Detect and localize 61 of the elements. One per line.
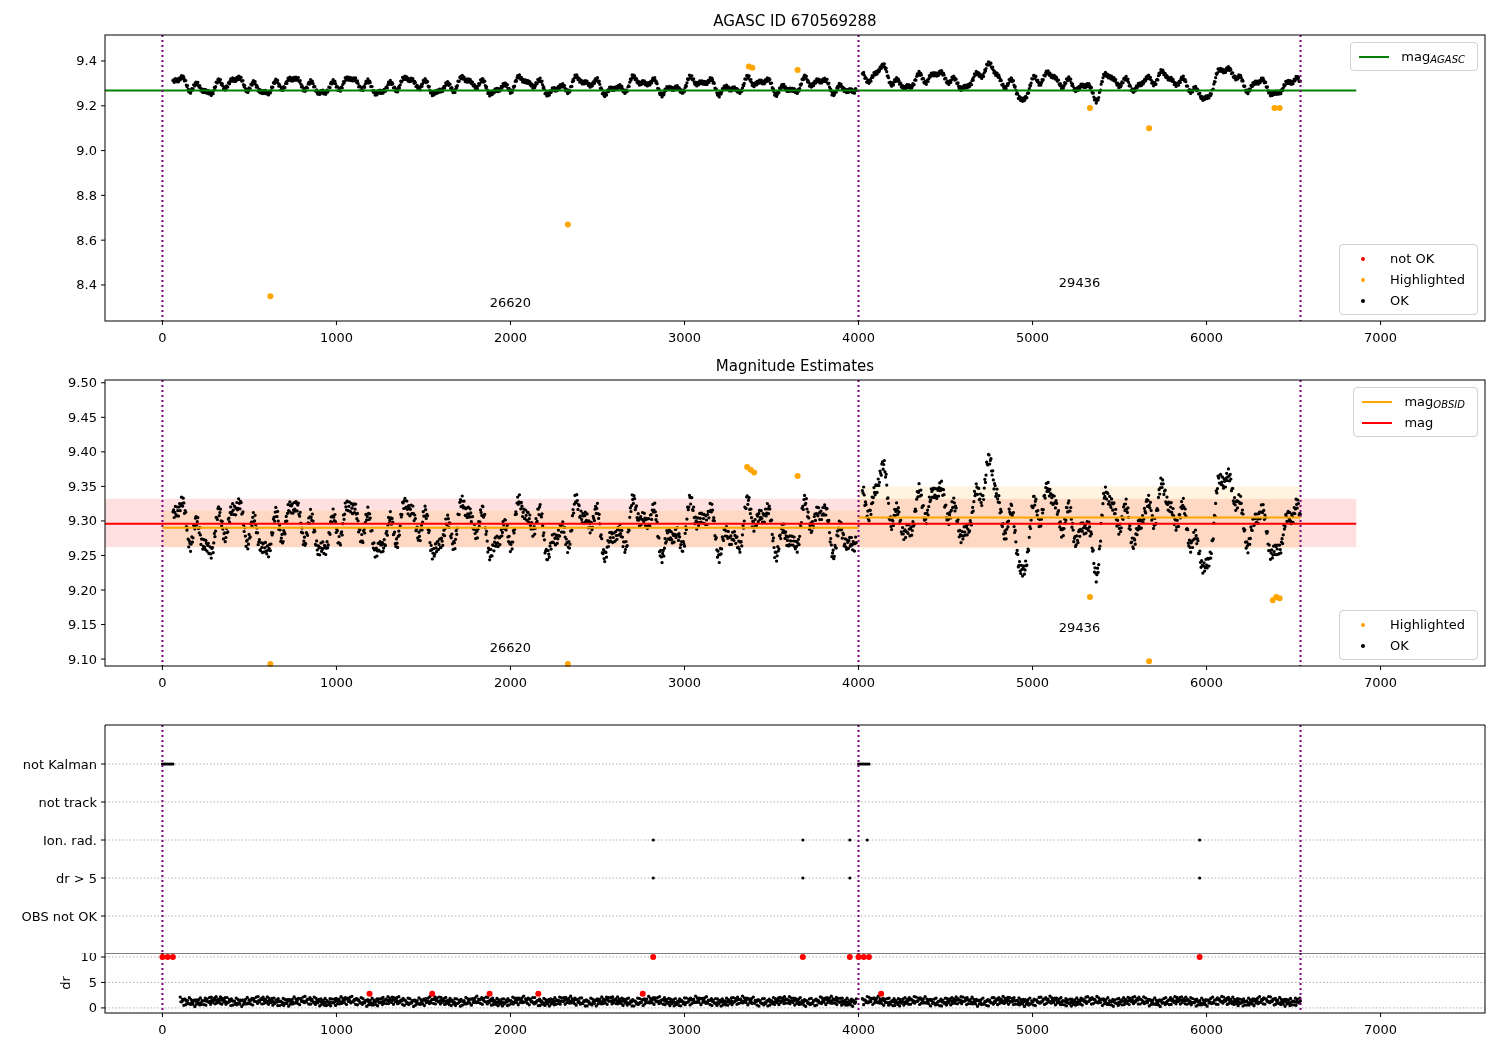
tick-label: 1000 — [319, 330, 353, 345]
tick-label: dr > 5 — [55, 870, 97, 886]
tick-label: Ion. rad. — [43, 832, 97, 848]
legend-label: OK — [1390, 637, 1409, 654]
observation-label: 26620 — [489, 640, 532, 656]
observation-label: 29436 — [1058, 275, 1101, 291]
tick-label: 0 — [158, 1022, 167, 1037]
tick-label: 8.4 — [76, 277, 97, 293]
tick-label: 6000 — [1190, 675, 1224, 690]
tick-label: 9.35 — [68, 478, 97, 494]
tick-label: 7000 — [1364, 675, 1398, 690]
axis-label: dr — [58, 976, 73, 990]
tick-label: 3000 — [667, 675, 702, 690]
tick-label: 7000 — [1364, 330, 1398, 345]
chart-title: Magnitude Estimates — [715, 357, 875, 375]
tick-label: 9.45 — [68, 409, 97, 425]
tick-label: 9.15 — [68, 617, 97, 633]
tick-label: OBS not OK — [21, 908, 97, 924]
chart-title: AGASC ID 670569288 — [713, 12, 877, 30]
tick-label: 4000 — [841, 1022, 876, 1037]
tick-label: 9.40 — [68, 444, 97, 460]
tick-label: 3000 — [667, 330, 702, 345]
tick-label: not track — [38, 794, 97, 810]
legend-label: Highlighted — [1390, 616, 1465, 633]
legend-label: Highlighted — [1390, 271, 1465, 288]
tick-label: 8.6 — [76, 232, 97, 248]
legend-label: mag$_{AGASC}$ — [1401, 48, 1465, 65]
tick-label: 3000 — [667, 1022, 702, 1037]
legend-label: OK — [1390, 292, 1409, 309]
tick-label: 6000 — [1190, 330, 1224, 345]
tick-label: 5 — [88, 974, 97, 990]
tick-label: 5000 — [1016, 675, 1050, 690]
tick-label: 9.50 — [68, 375, 97, 391]
tick-label: not Kalman — [22, 756, 97, 772]
tick-label: 1000 — [319, 675, 353, 690]
tick-label: 9.2 — [76, 98, 97, 114]
tick-label: 1000 — [319, 1022, 353, 1037]
legend-label: mag$_{OBSID}$ — [1404, 393, 1465, 410]
tick-label: 9.30 — [68, 513, 97, 529]
tick-label: 9.0 — [76, 143, 97, 159]
legend-label: mag — [1404, 414, 1434, 431]
tick-label: 0 — [158, 330, 167, 345]
observation-label: 26620 — [489, 295, 532, 311]
tick-label: 0 — [158, 675, 167, 690]
tick-label: 2000 — [493, 675, 527, 690]
legend-label: not OK — [1390, 250, 1435, 267]
tick-label: 2000 — [493, 1022, 527, 1037]
tick-label: 0 — [88, 1000, 97, 1016]
tick-label: 5000 — [1016, 1022, 1050, 1037]
tick-label: 2000 — [493, 330, 527, 345]
tick-label: 7000 — [1364, 1022, 1398, 1037]
observation-label: 29436 — [1058, 620, 1101, 636]
tick-label: 9.25 — [68, 547, 97, 563]
tick-label: 9.4 — [76, 53, 97, 69]
tick-label: 8.8 — [76, 187, 97, 203]
tick-label: 9.10 — [68, 651, 97, 667]
tick-label: 5000 — [1016, 330, 1050, 345]
tick-label: 4000 — [841, 330, 876, 345]
tick-label: 4000 — [841, 675, 876, 690]
tick-label: 9.20 — [68, 582, 97, 598]
tick-label: 6000 — [1190, 1022, 1224, 1037]
